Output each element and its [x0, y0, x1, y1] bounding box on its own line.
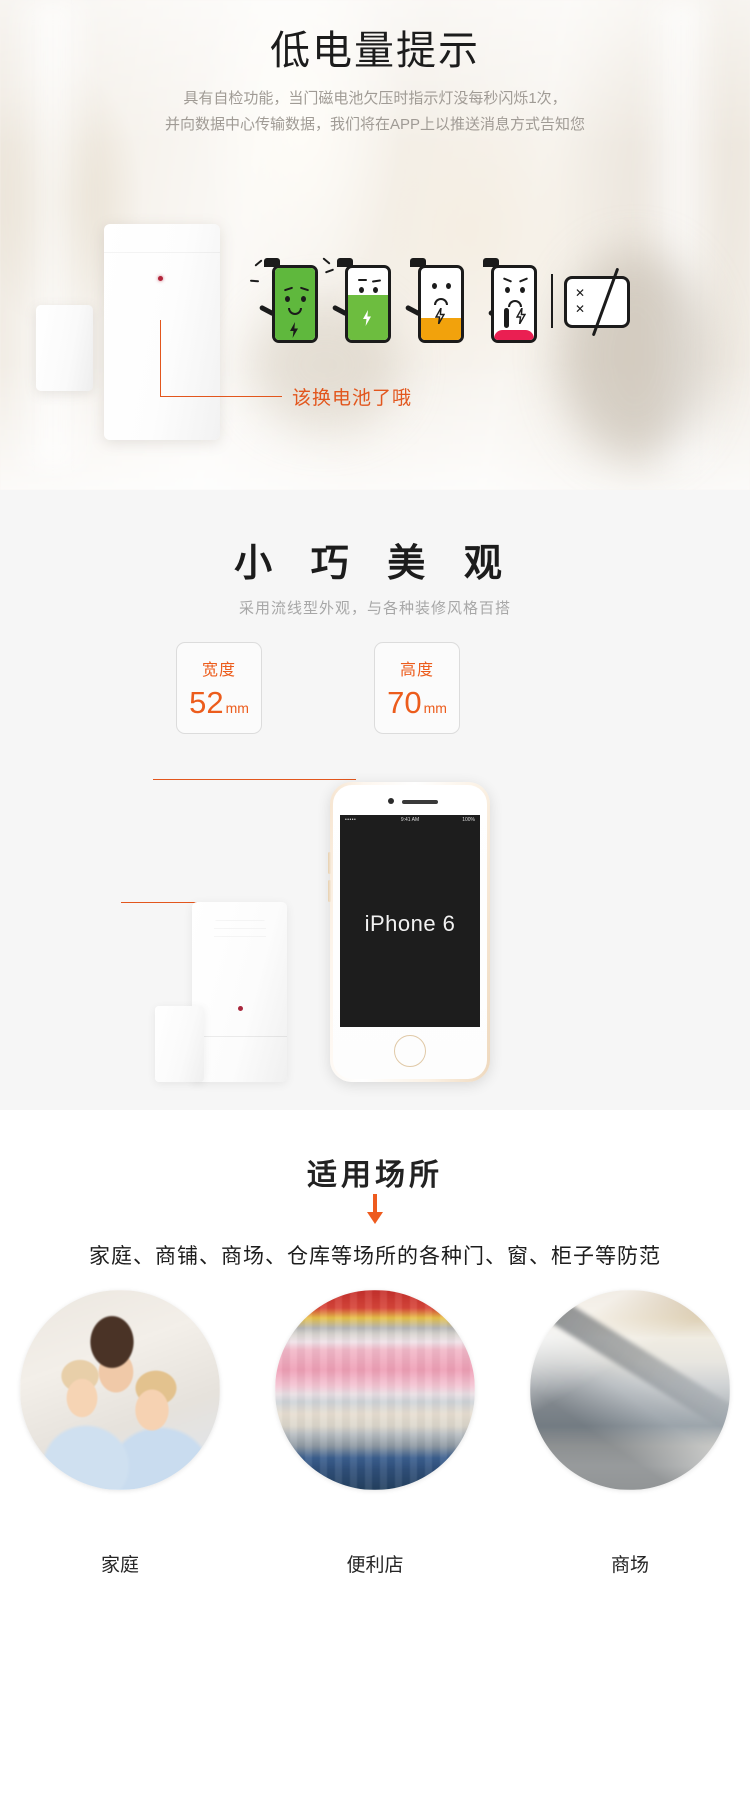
- battery-subtitle-line1: 具有自检功能，当门磁电池欠压时指示灯没每秒闪烁1次，: [183, 90, 567, 107]
- dimension-value-height: 70 mm: [375, 687, 459, 718]
- dimension-number-height: 70: [387, 685, 422, 720]
- battery-face-neutral: [348, 268, 388, 340]
- dimension-number-width: 52: [189, 685, 224, 720]
- scenarios-title: 适用场所: [307, 1159, 443, 1192]
- scenarios-description: 家庭、商铺、商场、仓库等场所的各种门、窗、柜子等防范: [89, 1245, 661, 1268]
- page-title: 低电量提示: [270, 29, 480, 73]
- battery-shell: [272, 265, 318, 343]
- dimension-unit-width: mm: [225, 700, 249, 716]
- bolt-icon: [516, 308, 526, 324]
- scenario-caption-store: 便利店: [346, 1555, 404, 1576]
- battery-subtitle-line2: 并向数据中心传输数据，我们将在APP上以推送消息方式告知您: [164, 116, 586, 133]
- phone-model-label: iPhone 6: [364, 911, 456, 936]
- scenario-caption-mall: 商场: [610, 1555, 649, 1576]
- scenario-item-store: 便利店: [275, 1290, 475, 1577]
- phone-volume-up-button: [328, 852, 331, 874]
- scenario-caption-home: 家庭: [100, 1555, 139, 1576]
- scenario-photo-mall: [530, 1290, 730, 1490]
- dimension-unit-height: mm: [423, 700, 447, 716]
- battery-terminal-icon: [551, 274, 553, 328]
- led-indicator-icon: [158, 276, 163, 281]
- phone-front-face: ••••• 9:41 AM 100% iPhone 6: [333, 785, 487, 1079]
- battery-face-sad: [421, 268, 461, 340]
- application-scenarios-section: 适用场所 家庭、商铺、商场、仓库等场所的各种门、窗、柜子等防范 家庭 便利店 商…: [0, 1110, 750, 1802]
- compact-title: 小 巧 美 观: [234, 543, 516, 585]
- battery-shell: [418, 265, 464, 343]
- battery-percent-label: 100%: [462, 817, 475, 823]
- dimension-value-width: 52 mm: [177, 687, 261, 718]
- bolt-icon: [435, 308, 445, 324]
- size-guide-line-top: [153, 779, 356, 780]
- product-sensor-body: [192, 902, 287, 1082]
- iphone-mockup: ••••• 9:41 AM 100% iPhone 6: [328, 782, 490, 1082]
- callout-line-horizontal: [160, 396, 282, 397]
- dimension-label-height: 高度: [399, 662, 434, 679]
- battery-face-happy: [275, 268, 315, 340]
- phone-screen: ••••• 9:41 AM 100% iPhone 6: [340, 815, 480, 1027]
- battery-shell: [345, 265, 391, 343]
- battery-shell: [491, 265, 537, 343]
- bolt-icon: [363, 310, 371, 326]
- battery-callout-label: 该换电池了哦: [292, 388, 413, 409]
- dimension-label-width: 宽度: [201, 662, 236, 679]
- scenario-photo-store: [275, 1290, 475, 1490]
- phone-volume-down-button: [328, 880, 331, 902]
- status-bar-time: 9:41 AM: [400, 817, 420, 823]
- compact-design-section: 小 巧 美 观 采用流线型外观，与各种装修风格百搭 宽度 52 mm 高度 70 m…: [0, 490, 750, 1110]
- home-button-icon: [394, 1035, 426, 1067]
- compact-subtitle: 采用流线型外观，与各种装修风格百搭: [238, 600, 511, 617]
- bolt-icon: [290, 322, 298, 338]
- battery-face-worried: [494, 268, 534, 340]
- callout-line-vertical: [160, 320, 161, 396]
- product-seam-line: [192, 1036, 287, 1037]
- product-magnet-block: [155, 1006, 204, 1082]
- scenario-photo-home: [20, 1290, 220, 1490]
- scenario-item-home: 家庭: [20, 1290, 220, 1577]
- dimension-card-width: 宽度 52 mm: [176, 642, 262, 734]
- low-battery-section: 低电量提示 具有自检功能，当门磁电池欠压时指示灯没每秒闪烁1次， 并向数据中心传…: [0, 0, 750, 490]
- earpiece-speaker-icon: [402, 800, 438, 804]
- phone-status-bar: ••••• 9:41 AM 100%: [340, 815, 480, 826]
- scenario-item-mall: 商场: [530, 1290, 730, 1577]
- dimension-card-height: 高度 70 mm: [374, 642, 460, 734]
- door-sensor-magnet-block: [36, 305, 93, 391]
- front-camera-icon: [388, 798, 394, 804]
- led-indicator-icon: [238, 1006, 243, 1011]
- door-sensor-main-body: [104, 224, 220, 440]
